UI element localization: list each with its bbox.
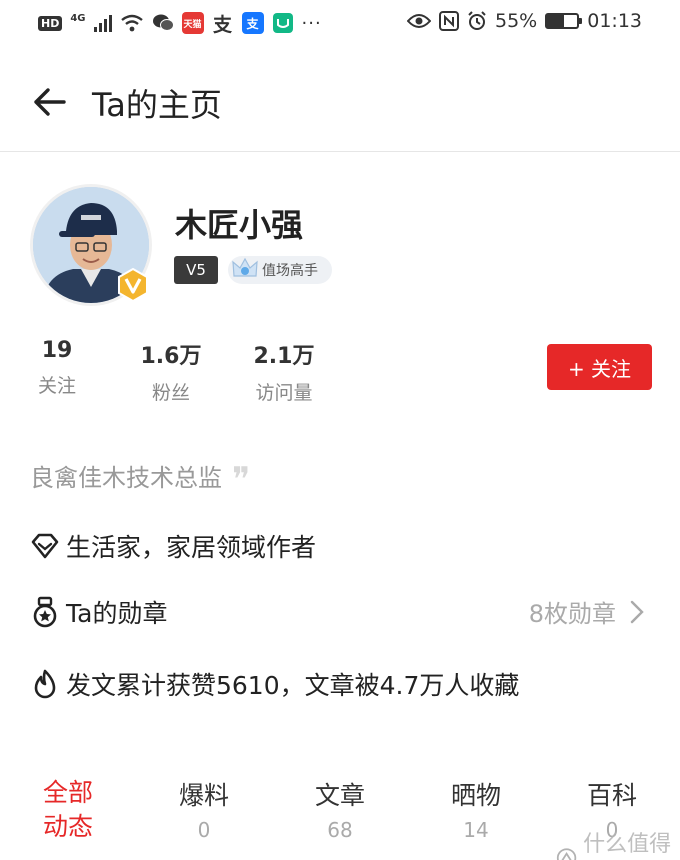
crown-icon (232, 257, 258, 277)
tab-deals-label: 爆料 (178, 781, 229, 810)
more-notifications-icon: ··· (301, 12, 322, 34)
medal-count-link[interactable]: 8枚勋章 (529, 594, 644, 629)
flame-icon (34, 669, 56, 699)
verified-v-icon (118, 268, 148, 302)
watermark-logo-icon (556, 848, 577, 860)
medal-count-text: 8枚勋章 (528, 600, 616, 628)
status-right-icons: 55% 01:13 (407, 10, 642, 32)
medals-row[interactable]: Ta的勋章 (30, 594, 167, 630)
expert-badge[interactable]: 值场高手 (228, 256, 332, 284)
username: 木匠小强 (175, 206, 304, 244)
battery-fill (547, 15, 564, 27)
network-type-label: 4G (70, 12, 86, 24)
stat-visits[interactable]: 2.1万 访问量 (244, 338, 324, 405)
expert-label: 值场高手 (262, 263, 318, 279)
likes-row: 发文累计获赞5610，文章被4.7万人收藏 (30, 666, 519, 702)
follow-button[interactable]: + 关注 (547, 344, 652, 390)
battery-percent: 55% (495, 10, 538, 32)
app-header: Ta的主页 (0, 58, 680, 152)
bio-text: 良禽佳木技术总监 (30, 464, 222, 492)
battery-icon (545, 13, 583, 29)
status-left-icons: HD 4G 天猫 支 支 ··· (38, 12, 322, 36)
likes-summary-text: 发文累计获赞5610，文章被4.7万人收藏 (66, 671, 520, 700)
following-label: 关注 (37, 375, 76, 397)
status-bar: HD 4G 天猫 支 支 ··· 55% 01:13 (0, 0, 680, 46)
tab-showcase[interactable]: 晒物 14 (448, 776, 504, 842)
wechat-icon (152, 14, 174, 31)
identity-row: 生活家，家居领域作者 (30, 528, 316, 564)
tab-articles-label: 文章 (314, 781, 365, 810)
app-icon (272, 13, 293, 33)
tab-all-line1: 全部 (42, 778, 93, 807)
signal-icon (93, 14, 112, 32)
tmall-icon: 天猫 (181, 12, 204, 34)
fans-label: 粉丝 (151, 382, 190, 404)
stat-following[interactable]: 19 关注 (30, 338, 84, 398)
clock: 01:13 (587, 10, 642, 32)
tab-showcase-label: 晒物 (450, 781, 501, 810)
watermark-text: 什么值得买 (583, 832, 672, 857)
watermark: 什么值得买 (556, 826, 680, 860)
wifi-icon (120, 14, 143, 32)
following-count: 19 (41, 338, 73, 363)
tab-articles-count: 68 (327, 818, 353, 842)
eye-icon (407, 14, 431, 28)
tab-all-line2: 动态 (42, 812, 93, 841)
chevron-right-icon (630, 600, 644, 623)
quote-icon: ❞ (232, 459, 251, 500)
alipay-icon: 支 (241, 12, 264, 34)
nfc-icon (439, 11, 459, 31)
tab-articles[interactable]: 文章 68 (312, 776, 368, 842)
stat-fans[interactable]: 1.6万 粉丝 (132, 338, 210, 405)
tab-showcase-count: 14 (463, 818, 489, 842)
alipay-outline-icon: 支 (213, 13, 233, 36)
tab-deals[interactable]: 爆料 0 (176, 776, 232, 842)
fans-count: 1.6万 (140, 344, 202, 369)
identity-text: 生活家，家居领域作者 (66, 533, 317, 562)
tab-deals-count: 0 (197, 818, 211, 842)
visits-count: 2.1万 (253, 344, 315, 369)
page-title: Ta的主页 (92, 86, 222, 124)
hd-icon: HD (38, 15, 63, 31)
avatar[interactable] (30, 184, 152, 306)
tab-all-activity[interactable]: 全部 动态 (40, 776, 96, 844)
medal-icon (33, 596, 57, 628)
back-arrow-icon[interactable] (30, 82, 70, 122)
tab-wiki-label: 百科 (586, 781, 637, 810)
diamond-icon (31, 533, 59, 559)
medals-label: Ta的勋章 (66, 599, 168, 628)
alarm-icon (468, 11, 486, 30)
visits-label: 访问量 (255, 382, 313, 404)
level-badge[interactable]: V5 (174, 256, 218, 284)
bio-row: 良禽佳木技术总监 ❞ (30, 458, 250, 497)
